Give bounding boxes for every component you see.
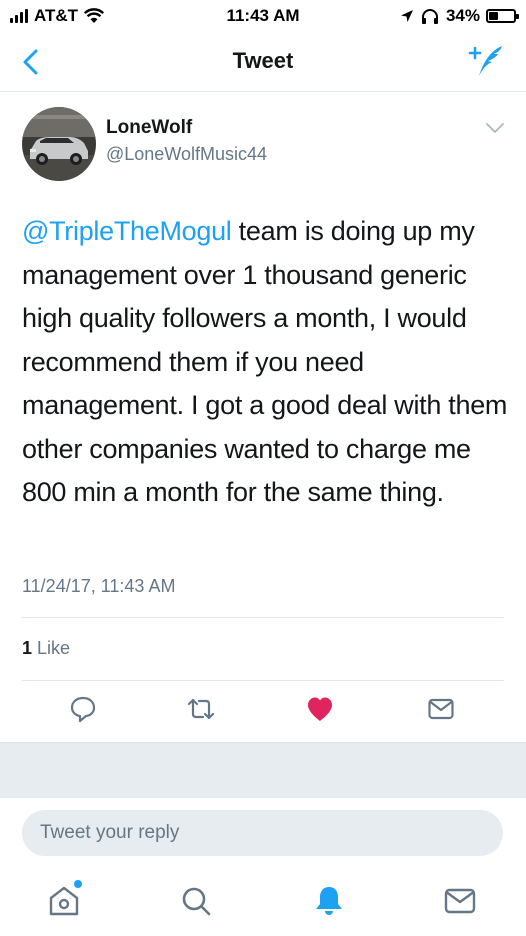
location-arrow-icon	[400, 10, 413, 22]
direct-message-icon[interactable]	[426, 694, 456, 724]
search-icon[interactable]	[178, 883, 214, 919]
separator-band	[0, 742, 526, 798]
tweet-actions	[0, 690, 526, 732]
chevron-down-icon[interactable]	[484, 120, 506, 136]
mention-link[interactable]: @TripleTheMogul	[22, 216, 232, 246]
tweet-text: @TripleTheMogul team is doing up my mana…	[22, 210, 512, 515]
reply-input[interactable]: Tweet your reply	[22, 810, 503, 856]
like-count-label: Like	[32, 638, 71, 658]
display-name[interactable]: LoneWolf	[106, 117, 192, 139]
compose-tweet-icon[interactable]	[468, 42, 508, 82]
headphones-icon	[421, 9, 438, 24]
retweet-icon[interactable]	[186, 694, 216, 724]
notifications-icon[interactable]	[311, 883, 347, 919]
like-heart-icon[interactable]	[305, 694, 335, 724]
avatar-car-image	[22, 107, 96, 181]
divider	[22, 680, 504, 681]
tweet-timestamp: 11/24/17, 11:43 AM	[22, 576, 176, 596]
home-icon[interactable]	[46, 883, 82, 919]
like-count-number: 1	[22, 638, 33, 658]
status-bar: AT&T 11:43 AM 34%	[0, 0, 526, 34]
messages-icon[interactable]	[442, 883, 478, 919]
likes-count[interactable]: 1 Like	[22, 638, 70, 659]
page-title: Tweet	[232, 48, 294, 73]
battery-fill	[489, 12, 498, 20]
navigation-bar: Tweet	[0, 34, 526, 92]
user-handle[interactable]: @LoneWolfMusic44	[106, 144, 267, 165]
battery-icon	[486, 9, 519, 23]
avatar[interactable]	[22, 107, 96, 181]
status-right-group: 34%	[400, 6, 519, 26]
battery-percent: 34%	[445, 6, 480, 25]
divider	[22, 617, 504, 618]
reply-icon[interactable]	[68, 694, 98, 724]
tweet-body: team is doing up my management over 1 th…	[22, 216, 508, 507]
